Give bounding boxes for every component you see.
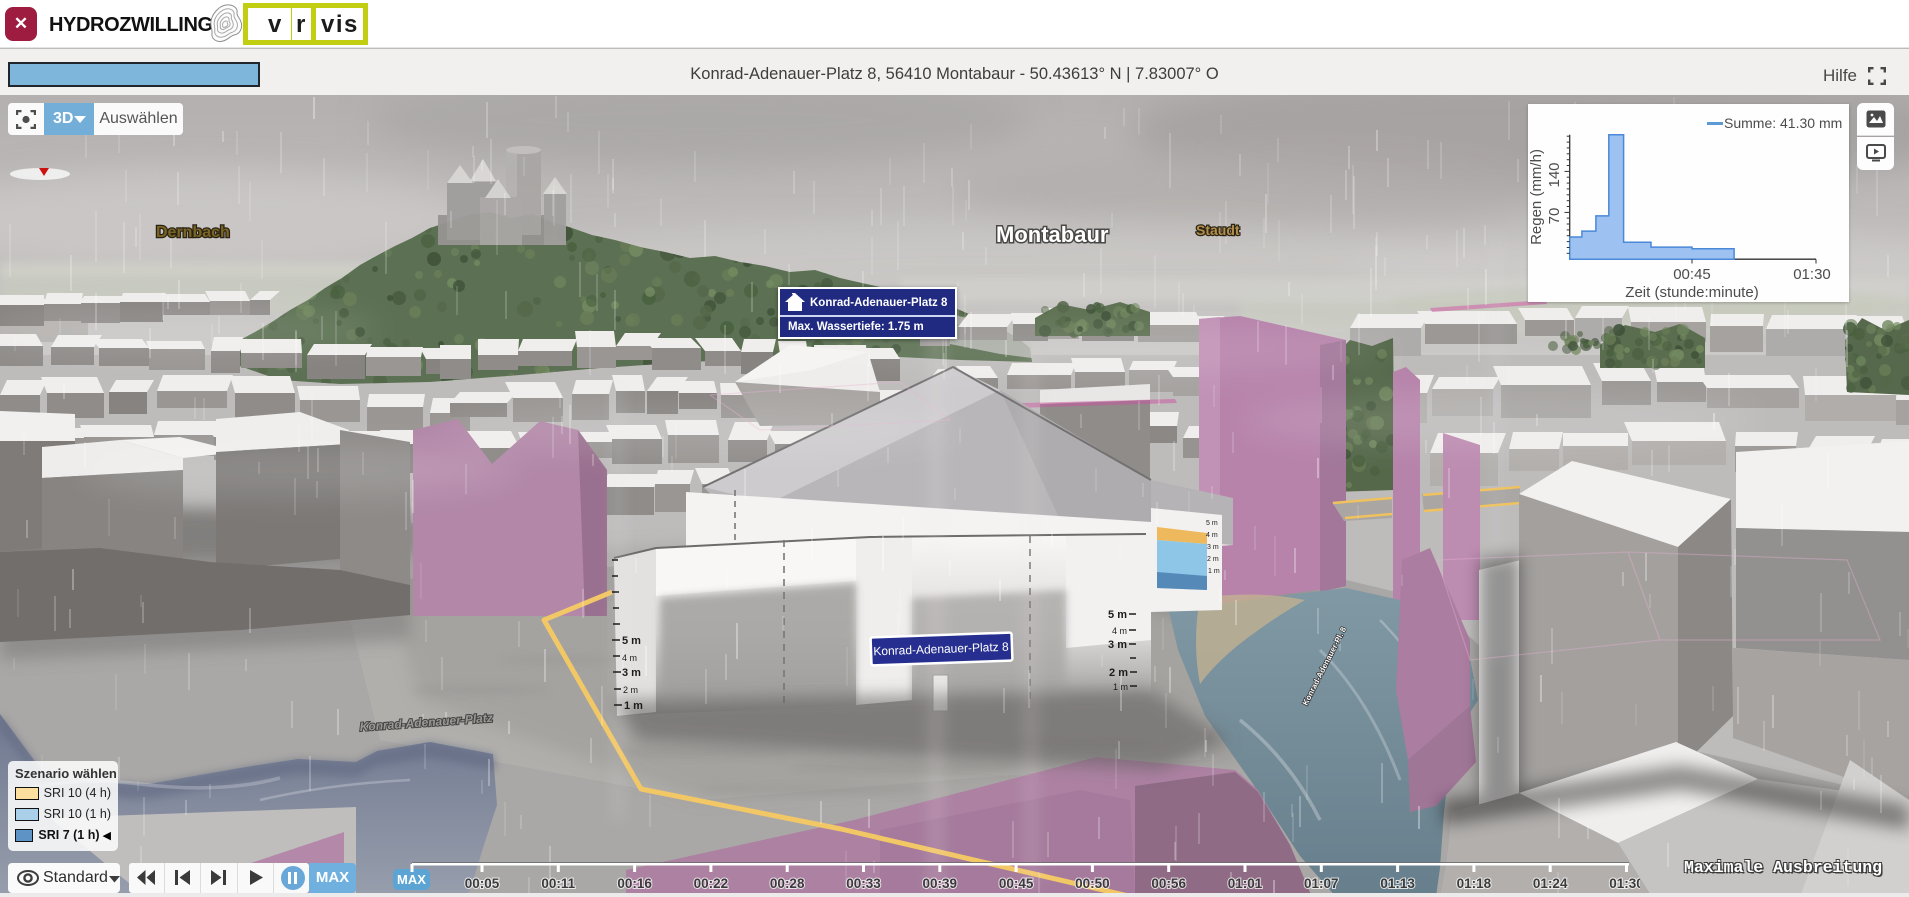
- svg-text:01:13: 01:13: [1380, 876, 1415, 891]
- svg-text:00:11: 00:11: [541, 876, 575, 891]
- svg-text:2 m: 2 m: [1207, 556, 1219, 563]
- svg-text:00:22: 00:22: [694, 876, 729, 891]
- svg-text:Montabaur: Montabaur: [996, 222, 1109, 247]
- svg-text:Summe: 41.30 mm: Summe: 41.30 mm: [1724, 115, 1842, 131]
- svg-text:00:28: 00:28: [770, 876, 805, 891]
- svg-text:Staudt: Staudt: [1196, 222, 1240, 238]
- svg-text:5 m: 5 m: [1108, 609, 1127, 621]
- svg-text:Dernbach: Dernbach: [156, 224, 230, 241]
- svg-text:70: 70: [1546, 208, 1563, 225]
- svg-text:5 m: 5 m: [622, 635, 641, 647]
- svg-text:01:18: 01:18: [1457, 876, 1492, 891]
- svg-text:00:50: 00:50: [1075, 876, 1110, 891]
- svg-text:2 m: 2 m: [623, 685, 638, 695]
- svg-text:01:30: 01:30: [1793, 266, 1831, 283]
- svg-text:Regen (mm/h): Regen (mm/h): [1528, 149, 1545, 245]
- svg-text:4 m: 4 m: [1112, 626, 1127, 636]
- svg-text:1 m: 1 m: [1208, 568, 1220, 575]
- svg-text:140: 140: [1546, 162, 1563, 187]
- svg-text:5 m: 5 m: [1206, 520, 1218, 527]
- svg-text:1 m: 1 m: [1113, 682, 1128, 692]
- svg-text:3 m: 3 m: [1207, 544, 1219, 551]
- svg-text:01:24: 01:24: [1533, 876, 1568, 891]
- svg-text:00:45: 00:45: [999, 876, 1034, 891]
- svg-text:00:05: 00:05: [465, 876, 500, 891]
- svg-text:4 m: 4 m: [1206, 532, 1218, 539]
- svg-text:00:33: 00:33: [846, 876, 881, 891]
- svg-text:01:07: 01:07: [1304, 876, 1339, 891]
- svg-text:2 m: 2 m: [1109, 667, 1128, 679]
- svg-text:4 m: 4 m: [622, 653, 637, 663]
- svg-text:1 m: 1 m: [624, 700, 643, 712]
- svg-text:Zeit (stunde:minute): Zeit (stunde:minute): [1625, 284, 1758, 301]
- svg-text:01:01: 01:01: [1228, 876, 1263, 891]
- svg-text:01:30: 01:30: [1609, 876, 1640, 891]
- svg-text:00:45: 00:45: [1673, 266, 1711, 283]
- svg-text:00:16: 00:16: [617, 876, 652, 891]
- svg-text:3 m: 3 m: [622, 667, 641, 679]
- svg-text:3 m: 3 m: [1108, 639, 1127, 651]
- svg-text:00:56: 00:56: [1151, 876, 1186, 891]
- svg-text:00:39: 00:39: [923, 876, 958, 891]
